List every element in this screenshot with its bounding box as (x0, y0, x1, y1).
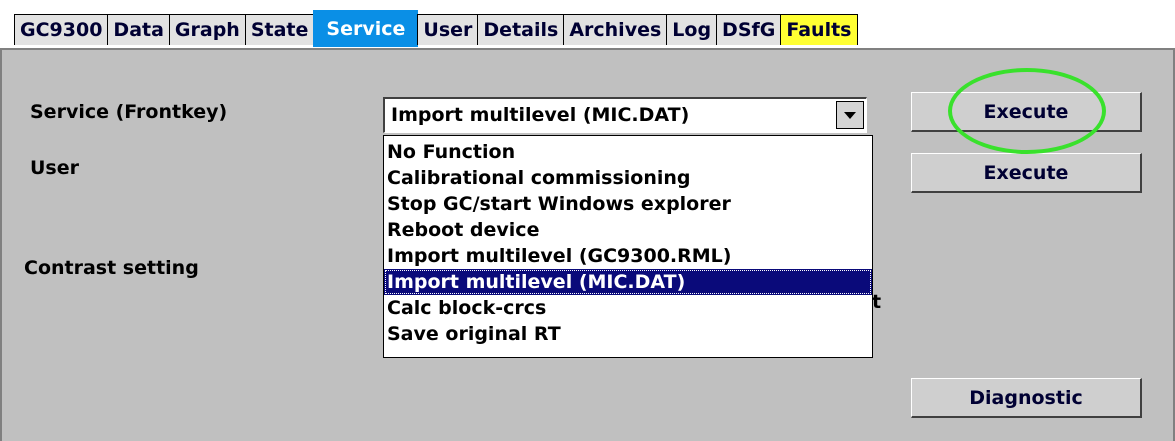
tab-strip: GC9300 Data Graph State Service User Det… (14, 10, 858, 47)
dropdown-option[interactable]: No Function (384, 139, 872, 165)
occluded-text-fragment: t (872, 291, 882, 313)
dropdown-option[interactable]: Save original RT (384, 321, 872, 347)
tab-service[interactable]: Service (313, 10, 419, 47)
service-dropdown-list: No Function Calibrational commissioning … (383, 135, 873, 358)
execute-service-button[interactable]: Execute (911, 92, 1142, 132)
dropdown-option[interactable]: Import multilevel (GC9300.RML) (384, 243, 872, 269)
tab-archives[interactable]: Archives (563, 14, 668, 45)
tab-faults[interactable]: Faults (780, 14, 858, 45)
tab-details[interactable]: Details (477, 14, 565, 45)
tab-log[interactable]: Log (666, 14, 718, 45)
tab-state[interactable]: State (244, 14, 315, 45)
tab-user[interactable]: User (417, 14, 479, 45)
tab-gc9300[interactable]: GC9300 (14, 14, 109, 45)
tab-graph[interactable]: Graph (168, 14, 246, 45)
dropdown-option-selected[interactable]: Import multilevel (MIC.DAT) (384, 269, 872, 295)
execute-user-button[interactable]: Execute (911, 153, 1142, 193)
dropdown-option[interactable]: Calibrational commissioning (384, 165, 872, 191)
dropdown-option[interactable]: Calc block-crcs (384, 295, 872, 321)
contrast-setting-label: Contrast setting (24, 257, 199, 279)
service-frontkey-select[interactable]: Import multilevel (MIC.DAT) (383, 97, 867, 133)
diagnostic-button[interactable]: Diagnostic (911, 378, 1142, 418)
tab-bar: GC9300 Data Graph State Service User Det… (0, 0, 1175, 48)
service-frontkey-value: Import multilevel (MIC.DAT) (391, 104, 690, 126)
service-frontkey-label: Service (Frontkey) (30, 101, 228, 123)
tab-dsfg[interactable]: DSfG (716, 14, 782, 45)
user-label: User (30, 157, 79, 179)
tab-data[interactable]: Data (107, 14, 170, 45)
dropdown-option[interactable]: Reboot device (384, 217, 872, 243)
chevron-down-icon[interactable] (836, 101, 864, 129)
dropdown-option[interactable]: Stop GC/start Windows explorer (384, 191, 872, 217)
